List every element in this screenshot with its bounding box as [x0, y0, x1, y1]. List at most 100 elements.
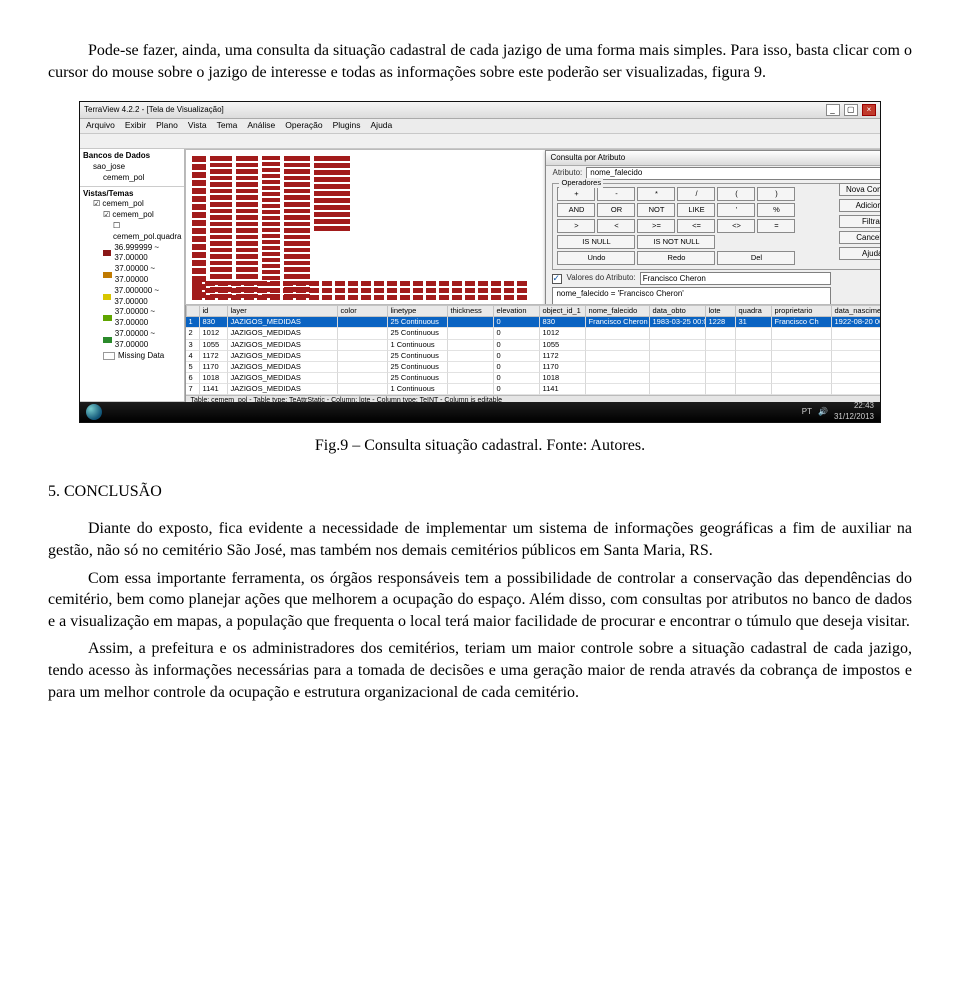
- toolbar: [80, 134, 880, 149]
- column-header[interactable]: thickness: [448, 305, 494, 317]
- grid-status: Table: cemem_pol - Table type: TeAttrSta…: [186, 395, 880, 402]
- column-header[interactable]: object_id_1: [540, 305, 586, 317]
- tree-db-root[interactable]: sao_jose: [83, 162, 181, 173]
- operator-button[interactable]: AND: [557, 203, 595, 217]
- table-row[interactable]: 41172JAZIGOS_MEDIDAS25 Continuous01172: [186, 351, 880, 362]
- operator-button[interactable]: >: [557, 219, 595, 233]
- column-header[interactable]: nome_falecido: [586, 305, 650, 317]
- operator-button[interactable]: Del: [717, 251, 795, 265]
- language-indicator[interactable]: PT: [802, 407, 812, 418]
- ajuda-button[interactable]: Ajuda: [839, 247, 880, 260]
- table-row[interactable]: 31055JAZIGOS_MEDIDAS1 Continuous01055: [186, 340, 880, 351]
- operator-button[interactable]: IS NOT NULL: [637, 235, 715, 249]
- bancos-title: Bancos de Dados: [83, 151, 181, 162]
- menu-plugins[interactable]: Plugins: [333, 120, 361, 131]
- column-header[interactable]: elevation: [494, 305, 540, 317]
- map-canvas[interactable]: 0 30 60 90 Metros Consulta por Atributo …: [185, 149, 880, 305]
- column-header[interactable]: quadra: [736, 305, 772, 317]
- filtrar-button[interactable]: Filtrar: [839, 215, 880, 228]
- operator-button[interactable]: -: [597, 187, 635, 201]
- operator-button[interactable]: <: [597, 219, 635, 233]
- query-textarea[interactable]: nome_falecido = 'Francisco Cheron': [552, 287, 831, 305]
- close-button[interactable]: ×: [862, 104, 876, 116]
- operator-button[interactable]: ): [757, 187, 795, 201]
- legend-row: 36.999999 ~ 37.00000: [83, 243, 181, 265]
- operator-button[interactable]: Undo: [557, 251, 635, 265]
- table-row[interactable]: 71141JAZIGOS_MEDIDAS1 Continuous01141: [186, 384, 880, 395]
- start-button[interactable]: [86, 404, 102, 420]
- menu-operacao[interactable]: Operação: [285, 120, 322, 131]
- operator-button[interactable]: +: [557, 187, 595, 201]
- window-buttons: _ ▢ ×: [824, 104, 876, 116]
- operator-button[interactable]: *: [637, 187, 675, 201]
- tree-db-child[interactable]: cemem_pol: [83, 173, 181, 184]
- menu-arquivo[interactable]: Arquivo: [86, 120, 115, 131]
- adicionar-button[interactable]: Adicionar: [839, 199, 880, 212]
- operator-button[interactable]: /: [677, 187, 715, 201]
- operator-button[interactable]: ': [717, 203, 755, 217]
- operator-button[interactable]: (: [717, 187, 755, 201]
- operator-button[interactable]: <=: [677, 219, 715, 233]
- dialog-titlebar[interactable]: Consulta por Atributo ×: [546, 151, 880, 166]
- menu-analise[interactable]: Análise: [247, 120, 275, 131]
- vt-leaf[interactable]: ☐ cemem_pol.quadra: [83, 221, 181, 243]
- attribute-table[interactable]: idlayercolorlinetypethicknesselevationob…: [185, 305, 880, 402]
- figure-caption: Fig.9 – Consulta situação cadastral. Fon…: [48, 435, 912, 457]
- operator-button[interactable]: NOT: [637, 203, 675, 217]
- operator-button[interactable]: =: [757, 219, 795, 233]
- table-row[interactable]: 21012JAZIGOS_MEDIDAS25 Continuous01012: [186, 328, 880, 339]
- conclusion-p3: Assim, a prefeitura e os administradores…: [48, 638, 912, 703]
- legend-missing: Missing Data: [83, 351, 181, 362]
- operator-button[interactable]: <>: [717, 219, 755, 233]
- operator-button[interactable]: %: [757, 203, 795, 217]
- menu-bar: Arquivo Exibir Plano Vista Tema Análise …: [80, 119, 880, 134]
- column-header[interactable]: id: [200, 305, 228, 317]
- menu-plano[interactable]: Plano: [156, 120, 178, 131]
- column-header[interactable]: layer: [228, 305, 338, 317]
- speaker-icon[interactable]: 🔊: [818, 407, 828, 418]
- legend-row: 37.00000 ~ 37.00000: [83, 329, 181, 351]
- valores-input[interactable]: [640, 272, 832, 285]
- vt-root[interactable]: ☑ cemem_pol: [83, 199, 181, 210]
- dialog-right-buttons: Nova Consulta Adicionar Filtrar Cancelar…: [839, 183, 880, 260]
- attribute-query-dialog: Consulta por Atributo × Atributo: nome_f…: [545, 150, 880, 305]
- minimize-button[interactable]: _: [826, 104, 840, 116]
- column-header[interactable]: data_obto: [650, 305, 706, 317]
- valores-label: Valores do Atributo:: [566, 273, 635, 284]
- conclusion-p1: Diante do exposto, fica evidente a neces…: [48, 518, 912, 561]
- menu-tema[interactable]: Tema: [217, 120, 238, 131]
- column-header[interactable]: color: [338, 305, 388, 317]
- operators-group: Operadores +-*/() ANDORNOTLIKE'% ><>=<=<…: [552, 183, 880, 270]
- column-header[interactable]: proprietario: [772, 305, 832, 317]
- column-header[interactable]: data_nascimento: [832, 305, 880, 317]
- left-sidebar: Bancos de Dados sao_jose cemem_pol Vista…: [80, 149, 185, 402]
- operator-button[interactable]: Redo: [637, 251, 715, 265]
- column-header[interactable]: linetype: [388, 305, 448, 317]
- legend-row: 37.000000 ~ 37.00000: [83, 286, 181, 308]
- taskbar: PT 🔊 22:43 31/12/2013: [80, 402, 880, 422]
- menu-exibir[interactable]: Exibir: [125, 120, 146, 131]
- operator-button[interactable]: OR: [597, 203, 635, 217]
- window-titlebar[interactable]: TerraView 4.2.2 - [Tela de Visualização]…: [80, 102, 880, 119]
- clock-time: 22:43: [834, 401, 874, 412]
- maximize-button[interactable]: ▢: [844, 104, 858, 116]
- table-row[interactable]: 51170JAZIGOS_MEDIDAS25 Continuous01170: [186, 362, 880, 373]
- nova-consulta-button[interactable]: Nova Consulta: [839, 183, 880, 196]
- attribute-select[interactable]: nome_falecido▼: [586, 167, 880, 180]
- cancelar-button[interactable]: Cancelar: [839, 231, 880, 244]
- column-header[interactable]: lote: [706, 305, 736, 317]
- vt-child[interactable]: ☑ cemem_pol: [83, 210, 181, 221]
- menu-ajuda[interactable]: Ajuda: [371, 120, 393, 131]
- menu-vista[interactable]: Vista: [188, 120, 207, 131]
- table-row[interactable]: 1830JAZIGOS_MEDIDAS25 Continuous0830Fran…: [186, 317, 880, 328]
- figure-9-screenshot: TerraView 4.2.2 - [Tela de Visualização]…: [79, 101, 881, 423]
- vistas-title: Vistas/Temas: [83, 189, 181, 200]
- operator-button[interactable]: IS NULL: [557, 235, 635, 249]
- operator-button[interactable]: >=: [637, 219, 675, 233]
- vistas-panel: Vistas/Temas ☑ cemem_pol ☑ cemem_pol ☐ c…: [80, 187, 184, 403]
- operator-button[interactable]: LIKE: [677, 203, 715, 217]
- valores-checkbox[interactable]: [552, 274, 562, 284]
- legend-row: 37.00000 ~ 37.00000: [83, 264, 181, 286]
- column-header[interactable]: [186, 305, 200, 317]
- table-row[interactable]: 61018JAZIGOS_MEDIDAS25 Continuous01018: [186, 373, 880, 384]
